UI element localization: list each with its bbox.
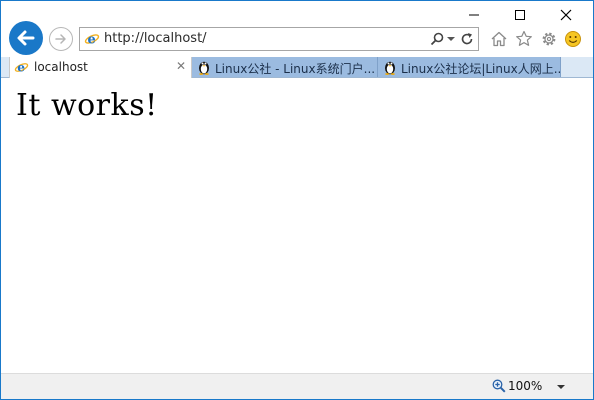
- tab-label: localhost: [34, 60, 88, 74]
- zoom-icon[interactable]: [492, 379, 506, 393]
- zoom-dropdown-icon[interactable]: [557, 385, 565, 390]
- forward-button[interactable]: [49, 27, 73, 51]
- tab-localhost[interactable]: e localhost ✕: [9, 57, 192, 78]
- tux-icon: [385, 61, 395, 75]
- smiley-icon[interactable]: [564, 30, 582, 48]
- forward-arrow-icon: [55, 34, 66, 44]
- tab-label: Linux公社论坛|Linux人网上...: [401, 62, 561, 76]
- close-window-button[interactable]: [543, 1, 589, 29]
- url-text[interactable]: http://localhost/: [104, 31, 207, 46]
- browser-window: e http://localhost/ e localhost ✕ Linux公…: [0, 0, 594, 400]
- close-icon: [560, 9, 572, 21]
- close-tab-icon[interactable]: ✕: [176, 59, 186, 73]
- title-bar: [1, 1, 593, 29]
- gear-icon[interactable]: [540, 30, 558, 48]
- ie-logo-icon: e: [84, 33, 100, 48]
- minimize-icon: [469, 14, 479, 16]
- ie-logo-icon: e: [14, 61, 29, 75]
- tab-bar: e localhost ✕ Linux公社 - Linux系统门户... Lin…: [1, 57, 593, 78]
- page-heading: It works!: [16, 88, 158, 123]
- maximize-icon: [515, 10, 525, 20]
- back-button[interactable]: [9, 21, 43, 55]
- zoom-level[interactable]: 100%: [508, 379, 542, 393]
- page-content: It works!: [1, 78, 593, 373]
- status-bar: 100%: [1, 373, 593, 399]
- address-bar[interactable]: e http://localhost/: [79, 27, 479, 51]
- svg-text:e: e: [17, 61, 25, 75]
- svg-text:e: e: [88, 33, 96, 48]
- star-icon[interactable]: [515, 30, 533, 48]
- refresh-icon[interactable]: [460, 32, 474, 46]
- back-arrow-icon: [17, 30, 35, 46]
- home-icon[interactable]: [490, 30, 508, 48]
- tab-linux-forum[interactable]: Linux公社论坛|Linux人网上...: [378, 57, 561, 77]
- maximize-button[interactable]: [497, 1, 543, 29]
- search-icon[interactable]: [430, 32, 444, 46]
- tab-linux-portal[interactable]: Linux公社 - Linux系统门户...: [192, 57, 378, 77]
- minimize-button[interactable]: [451, 1, 497, 29]
- search-dropdown-icon[interactable]: [447, 37, 455, 42]
- tux-icon: [199, 61, 209, 75]
- tab-label: Linux公社 - Linux系统门户...: [215, 62, 376, 76]
